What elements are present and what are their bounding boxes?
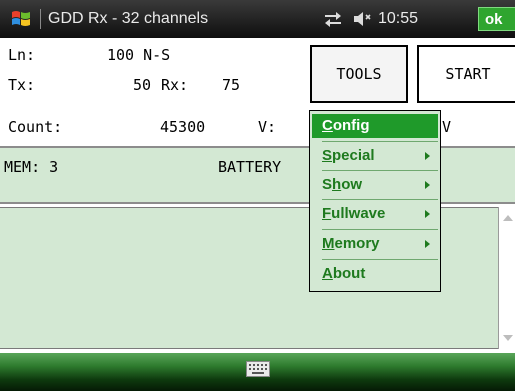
menu-item-about[interactable]: About <box>312 262 438 286</box>
ok-button[interactable]: ok <box>478 7 515 31</box>
battery-status: BATTERY <box>218 158 282 176</box>
keyboard-icon[interactable] <box>246 361 270 377</box>
volume-icon[interactable] <box>352 10 374 28</box>
menu-separator <box>322 229 438 230</box>
voltage-label: V: <box>258 118 277 136</box>
connectivity-icon[interactable] <box>323 10 343 28</box>
tools-popup-menu: Config Special Show Fullwave Memory Abou… <box>309 110 441 292</box>
menu-separator <box>322 199 438 200</box>
menu-separator <box>322 141 438 142</box>
tx-label: Tx: <box>8 76 36 94</box>
vertical-scrollbar[interactable] <box>498 207 515 349</box>
menu-item-memory[interactable]: Memory <box>312 232 438 256</box>
soft-key-bar <box>0 353 515 391</box>
rx-value: 75 <box>222 76 241 94</box>
menu-item-special[interactable]: Special <box>312 144 438 168</box>
clock: 10:55 <box>378 10 419 27</box>
ln-value: 100 N-S <box>107 46 171 64</box>
menu-item-config[interactable]: Config <box>312 114 438 138</box>
voltage-unit: V <box>442 118 452 136</box>
tools-button[interactable]: TOOLS <box>310 45 408 103</box>
menu-item-fullwave[interactable]: Fullwave <box>312 202 438 226</box>
windows-start-icon[interactable] <box>10 8 32 30</box>
scroll-up-icon[interactable] <box>503 215 513 221</box>
menu-separator <box>322 259 438 260</box>
title-separator <box>40 9 41 29</box>
ln-label: Ln: <box>8 46 36 64</box>
tx-value: 50 <box>133 76 152 94</box>
submenu-arrow-icon <box>425 210 430 218</box>
scroll-down-icon[interactable] <box>503 335 513 341</box>
menu-separator <box>322 170 438 171</box>
start-button[interactable]: START <box>417 45 515 103</box>
rx-label: Rx: <box>161 76 189 94</box>
submenu-arrow-icon <box>425 181 430 189</box>
submenu-arrow-icon <box>425 152 430 160</box>
memory-status: MEM: 3 <box>4 158 59 176</box>
app-title: GDD Rx - 32 channels <box>48 10 209 27</box>
count-label: Count: <box>8 118 63 136</box>
title-bar: GDD Rx - 32 channels 10:55 ok <box>0 0 515 38</box>
menu-item-show[interactable]: Show <box>312 173 438 197</box>
submenu-arrow-icon <box>425 240 430 248</box>
count-value: 45300 <box>160 118 206 136</box>
